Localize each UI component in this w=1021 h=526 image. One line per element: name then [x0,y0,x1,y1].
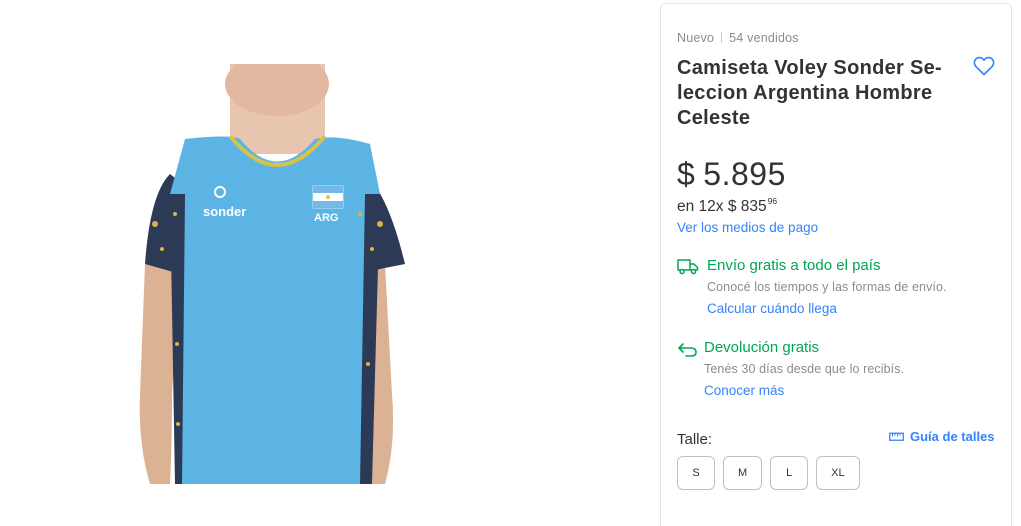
returns-title: Devolución gratis [704,339,820,356]
product-image[interactable]: ARG sonder [110,64,420,490]
product-subtitle: Nuevo 54 vendidos [677,31,799,45]
size-guide-label: Guía de talles [910,429,995,444]
payment-methods-link[interactable]: Ver los medios de pago [677,220,818,235]
size-option-m[interactable]: M [723,456,763,490]
product-info-panel: Nuevo 54 vendidos Camiseta Voley Sonder S… [660,3,1012,526]
size-label: Talle: [677,431,713,448]
heart-icon[interactable] [972,54,996,78]
product-price: $5.895 [677,156,786,193]
size-option-l[interactable]: L [770,456,809,490]
divider [721,32,723,43]
size-option-xl[interactable]: XL [816,456,860,490]
sold-count: 54 vendidos [729,31,799,45]
flag-label: ARG [314,212,338,224]
return-arrow-icon [678,343,697,357]
size-guide-link[interactable]: Guía de talles [889,429,995,444]
installments-info: en 12x $ 83596 [677,196,777,216]
returns-info-link[interactable]: Conocer más [704,383,784,398]
installments-cents: 96 [767,196,778,206]
installments-amount: en 12x $ 835 [677,198,767,215]
product-gallery: ARG sonder [0,0,640,526]
size-option-s[interactable]: S [677,456,715,490]
returns-desc: Tenés 30 días desde que lo recibís. [704,362,905,376]
brand-logo-text: sonder [203,204,246,219]
size-options: S M L XL [677,456,860,490]
price-value: 5.895 [703,156,786,192]
condition-label: Nuevo [677,31,715,45]
shipping-calc-link[interactable]: Calcular cuándo llega [707,301,837,316]
product-title: Camiseta Voley Sonder Se-leccion Argenti… [677,57,942,129]
ruler-icon [889,432,904,441]
shipping-desc: Conocé los tiempos y las formas de envío… [707,280,947,294]
shipping-title: Envío gratis a todo el país [707,257,881,274]
truck-icon [677,259,699,275]
currency-symbol: $ [677,156,696,192]
